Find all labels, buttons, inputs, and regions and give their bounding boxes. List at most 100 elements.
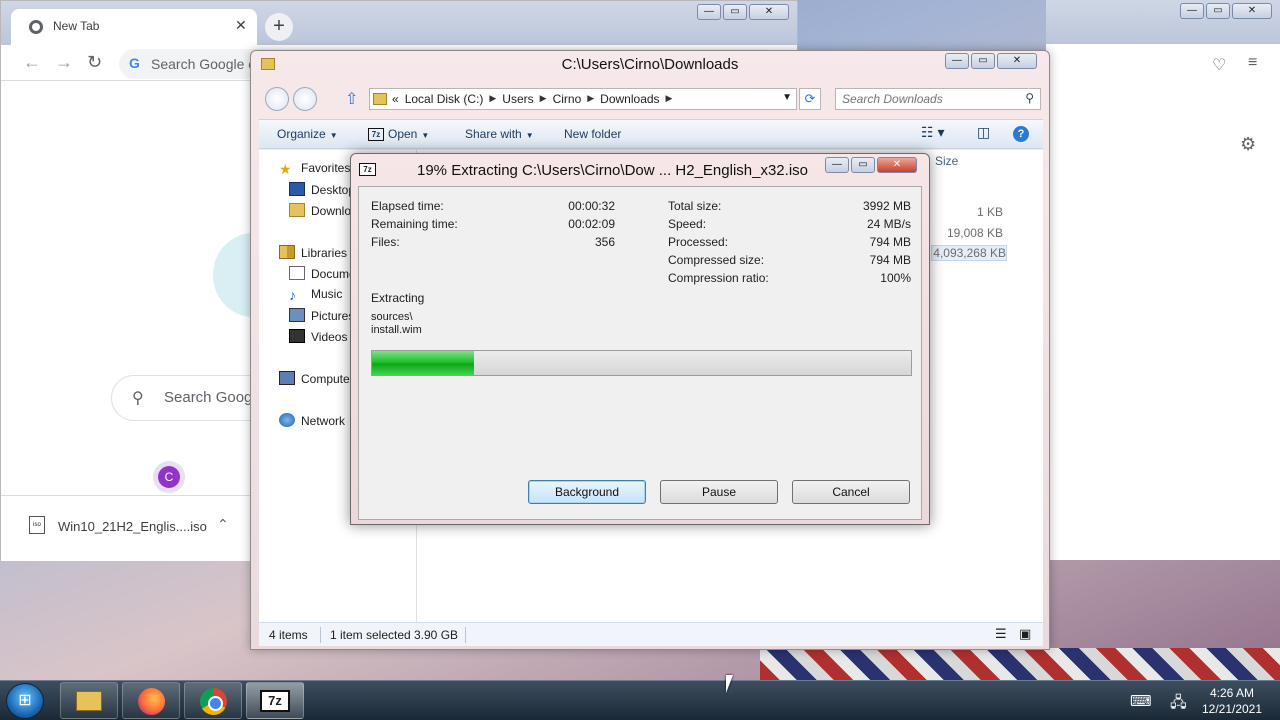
breadcrumb-overflow[interactable]: «: [392, 92, 399, 106]
open-label: Open: [388, 127, 418, 141]
taskbar-7zip[interactable]: 7z: [246, 682, 304, 719]
dialog-title: 19% Extracting C:\Users\Cirno\Dow ... H2…: [417, 162, 808, 179]
cancel-button[interactable]: Cancel: [792, 480, 910, 504]
pause-button[interactable]: Pause: [660, 480, 778, 504]
details-view-icon[interactable]: ☰: [995, 626, 1007, 642]
status-selected-size: 3.90 GB: [414, 628, 459, 642]
reload-icon[interactable]: ↻: [87, 52, 102, 73]
breadcrumb-separator-icon[interactable]: ▶: [666, 93, 673, 106]
operation-label: Extracting: [371, 291, 425, 305]
open-button[interactable]: 7z Open ▼: [368, 127, 429, 142]
taskbar-clock[interactable]: 4:26 AM 12/21/2021: [1192, 685, 1272, 717]
avatar-letter: C: [158, 466, 180, 488]
maximize-button[interactable]: ▭: [723, 4, 747, 20]
7zip-icon: 7z: [359, 163, 376, 176]
7zip-icon: 7z: [260, 690, 290, 712]
clock-date: 12/21/2021: [1201, 702, 1263, 716]
dialog-close-button[interactable]: ✕: [877, 157, 917, 173]
chevron-down-icon: ▼: [525, 131, 534, 140]
back-arrow-icon[interactable]: ←: [23, 52, 41, 73]
taskbar-chrome[interactable]: [184, 682, 242, 719]
status-divider: [320, 627, 321, 643]
chrome-caption-buttons: — ▭ ✕: [697, 4, 789, 20]
share-with-button[interactable]: Share with ▼: [465, 127, 534, 141]
explorer-close-button[interactable]: ✕: [997, 53, 1037, 69]
nav-label: Videos: [311, 330, 348, 344]
download-item[interactable]: iso Win10_21H2_Englis....iso ⌃: [29, 516, 243, 540]
address-bar[interactable]: « Local Disk (C:) ▶ Users ▶ Cirno ▶ Down…: [369, 88, 797, 110]
up-arrow-icon[interactable]: ⇧: [345, 89, 358, 109]
nav-libraries[interactable]: Libraries: [279, 245, 347, 260]
help-icon[interactable]: ?: [1013, 126, 1029, 142]
current-file: install.wim: [371, 324, 422, 336]
stat-value-compressed-size: 794 MB: [869, 253, 911, 267]
nav-label: Pictures: [311, 309, 355, 323]
explorer-search-box[interactable]: ⚲: [835, 88, 1041, 110]
address-dropdown-icon[interactable]: ▼: [782, 92, 792, 103]
start-button[interactable]: ⊞: [6, 683, 44, 719]
close-button-right[interactable]: ✕: [1232, 3, 1272, 19]
desktop-icon: [289, 182, 305, 196]
command-bar: Organize ▼ 7z Open ▼ Share with ▼ New folder…: [259, 119, 1043, 149]
nav-favorites[interactable]: ★ Favorites: [279, 161, 350, 176]
extract-progress-bar: [371, 350, 912, 376]
refresh-button[interactable]: ⟳: [799, 88, 821, 110]
explorer-title: C:\Users\Cirno\Downloads: [561, 56, 739, 73]
dialog-client-area: Elapsed time: 00:00:32 Remaining time: 0…: [358, 186, 922, 520]
column-header-size[interactable]: Size: [935, 154, 958, 168]
minimize-button-right[interactable]: —: [1180, 3, 1204, 19]
minimize-button[interactable]: —: [697, 4, 721, 20]
download-filename: Win10_21H2_Englis....iso: [58, 519, 207, 534]
breadcrumb-separator-icon[interactable]: ▶: [489, 93, 496, 106]
breadcrumb-item[interactable]: Users: [502, 92, 533, 106]
tab-close-icon[interactable]: ✕: [235, 17, 247, 34]
stat-value-speed: 24 MB/s: [866, 217, 911, 231]
network-tray-icon[interactable]: 🖧: [1170, 692, 1187, 717]
dialog-maximize-button[interactable]: ▭: [851, 157, 875, 173]
maximize-button-right[interactable]: ▭: [1206, 3, 1230, 19]
taskbar-explorer[interactable]: [60, 682, 118, 719]
breadcrumb-separator-icon[interactable]: ▶: [587, 93, 594, 106]
breadcrumb-item[interactable]: Cirno: [553, 92, 582, 106]
chevron-up-icon[interactable]: ⌃: [217, 516, 229, 533]
stat-label-remaining-time: Remaining time:: [371, 217, 458, 231]
explorer-minimize-button[interactable]: —: [945, 53, 969, 69]
new-folder-button[interactable]: New folder: [564, 127, 621, 141]
forward-arrow-icon[interactable]: →: [55, 52, 73, 73]
keyboard-icon[interactable]: ⌨: [1130, 692, 1152, 710]
chrome-tab-new-tab[interactable]: New Tab ✕: [11, 9, 257, 45]
iso-file-icon: iso: [29, 516, 45, 534]
shortcut-avatar[interactable]: C: [153, 461, 185, 493]
dialog-minimize-button[interactable]: —: [825, 157, 849, 173]
background-button[interactable]: Background: [528, 480, 646, 504]
menu-icon[interactable]: ≡: [1248, 54, 1257, 72]
view-options-icon[interactable]: ☷ ▾: [921, 124, 944, 141]
search-icon: ⚲: [1025, 91, 1034, 105]
forward-button[interactable]: [293, 87, 317, 111]
close-button[interactable]: ✕: [749, 4, 789, 20]
desktop-wallpaper: [760, 648, 1280, 680]
large-icons-view-icon[interactable]: ▣: [1019, 626, 1031, 642]
breadcrumb-separator-icon[interactable]: ▶: [540, 93, 547, 106]
network-icon: [279, 413, 295, 427]
taskbar-firefox[interactable]: [122, 682, 180, 719]
chrome-icon: [199, 688, 227, 715]
back-button[interactable]: [265, 87, 289, 111]
breadcrumb-item[interactable]: Local Disk (C:): [405, 92, 484, 106]
explorer-maximize-button[interactable]: ▭: [971, 53, 995, 69]
organize-button[interactable]: Organize ▼: [277, 127, 338, 141]
explorer-search-input[interactable]: [836, 89, 1006, 109]
explorer-icon: [76, 691, 102, 711]
preview-pane-icon[interactable]: ◫: [977, 124, 990, 141]
breadcrumb-item[interactable]: Downloads: [600, 92, 659, 106]
stat-label-elapsed-time: Elapsed time:: [371, 199, 444, 213]
file-size-cell-selected[interactable]: 4,093,268 KB: [931, 245, 1007, 261]
nav-network[interactable]: Network: [279, 413, 345, 428]
stat-value-total-size: 3992 MB: [862, 199, 911, 213]
google-g-icon: G: [129, 55, 140, 71]
ntp-search-placeholder: Search Goog: [164, 389, 253, 406]
pocket-icon[interactable]: ♡: [1212, 55, 1226, 75]
stat-value-compression-ratio: 100%: [880, 271, 911, 285]
gear-icon[interactable]: ⚙: [1240, 134, 1256, 155]
new-tab-button[interactable]: +: [265, 13, 293, 41]
